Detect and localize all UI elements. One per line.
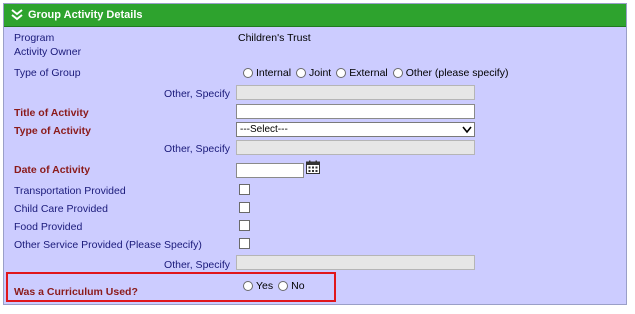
radio-external[interactable]: External <box>336 67 388 79</box>
radio-yes-button[interactable] <box>243 281 253 291</box>
radio-external-button[interactable] <box>336 68 347 78</box>
child-care-label: Child Care Provided <box>14 203 108 215</box>
title-of-activity-label: Title of Activity <box>14 107 89 119</box>
chevron-down-icon <box>462 126 472 134</box>
date-of-activity-label: Date of Activity <box>14 164 91 176</box>
food-checkbox[interactable] <box>239 220 250 231</box>
radio-other-label: Other (please specify) <box>405 67 509 79</box>
other-specify-label-1: Other, Specify <box>164 88 230 100</box>
radio-external-label: External <box>349 67 388 79</box>
transportation-label: Transportation Provided <box>14 185 126 197</box>
double-chevron-down-icon[interactable] <box>10 8 24 22</box>
radio-internal-button[interactable] <box>243 68 253 78</box>
food-label: Food Provided <box>14 221 83 233</box>
activity-owner-label: Activity Owner <box>14 46 82 58</box>
title-of-activity-input[interactable] <box>236 104 475 119</box>
radio-yes-label: Yes <box>256 280 274 292</box>
other-specify-input-3[interactable] <box>236 255 475 270</box>
radio-other[interactable]: Other (please specify) <box>392 67 509 79</box>
other-specify-input-1[interactable] <box>236 85 475 100</box>
radio-joint-button[interactable] <box>296 68 307 78</box>
radio-no-label: No <box>291 280 305 292</box>
radio-internal[interactable]: Internal <box>243 67 291 79</box>
other-service-checkbox[interactable] <box>239 238 250 249</box>
radio-other-button[interactable] <box>392 68 403 78</box>
radio-joint[interactable]: Joint <box>296 67 331 79</box>
type-of-group-radios: Internal Joint External Other (please sp… <box>243 67 513 79</box>
other-service-label: Other Service Provided (Please Specify) <box>14 239 202 251</box>
other-specify-label-2: Other, Specify <box>164 143 230 155</box>
type-of-activity-label: Type of Activity <box>14 125 92 137</box>
type-of-activity-selected: ---Select--- <box>240 124 288 135</box>
radio-yes[interactable]: Yes <box>243 280 273 292</box>
program-label: Program <box>14 32 55 44</box>
panel-title: Group Activity Details <box>28 9 143 21</box>
program-value: Children's Trust <box>238 32 311 44</box>
radio-no[interactable]: No <box>278 280 305 292</box>
date-of-activity-input[interactable] <box>236 163 304 178</box>
type-of-group-label: Type of Group <box>14 67 81 79</box>
type-of-activity-select[interactable]: ---Select--- <box>236 122 475 137</box>
radio-joint-label: Joint <box>309 67 332 79</box>
other-specify-input-2[interactable] <box>236 140 475 155</box>
child-care-checkbox[interactable] <box>239 202 250 213</box>
calendar-icon[interactable] <box>306 160 320 174</box>
curriculum-label: Was a Curriculum Used? <box>14 286 138 298</box>
panel-header: Group Activity Details <box>4 4 626 27</box>
radio-no-button[interactable] <box>278 281 289 291</box>
radio-internal-label: Internal <box>256 67 292 79</box>
other-specify-label-3: Other, Specify <box>164 259 230 271</box>
curriculum-radios: Yes No <box>243 280 310 292</box>
transportation-checkbox[interactable] <box>239 184 250 195</box>
